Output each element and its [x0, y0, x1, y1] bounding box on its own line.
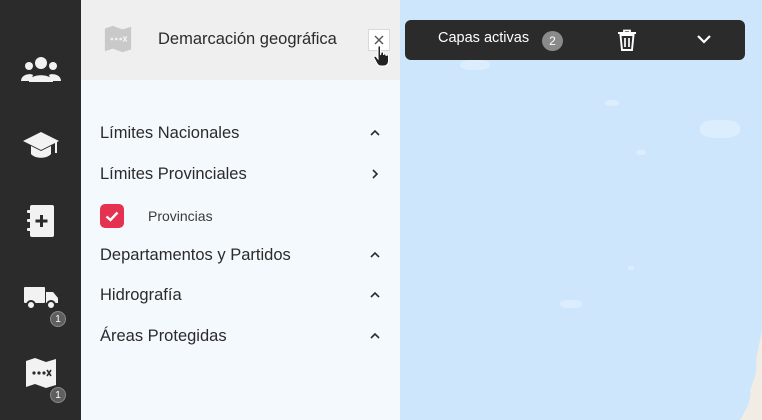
rail-item-map[interactable] — [0, 341, 81, 405]
group-label: Hidrografía — [100, 285, 182, 304]
icon-rail: 1 1 — [0, 0, 81, 420]
graduation-cap-icon — [22, 132, 59, 158]
users-icon — [20, 57, 61, 82]
group-label: Límites Nacionales — [100, 123, 240, 142]
active-layers-count-badge: 2 — [542, 31, 563, 51]
group-areas-protegidas[interactable]: Áreas Protegidas — [100, 321, 382, 351]
close-icon — [374, 35, 384, 45]
chevron-up-icon — [370, 129, 380, 136]
chevron-up-icon — [370, 332, 380, 339]
group-label: Departamentos y Partidos — [100, 245, 291, 264]
chevron-down-icon — [697, 35, 711, 44]
rail-badge-map: 1 — [50, 387, 66, 403]
map-island — [605, 100, 619, 106]
rail-item-transport[interactable] — [0, 266, 81, 330]
map-icon — [25, 358, 56, 388]
map-island — [636, 150, 646, 155]
notebook-plus-icon — [26, 205, 54, 237]
expand-layers-button[interactable] — [695, 32, 713, 51]
group-label: Límites Provinciales — [100, 164, 247, 183]
chevron-right-icon — [372, 169, 379, 179]
map-canvas[interactable] — [400, 0, 762, 420]
map-island — [628, 266, 634, 270]
group-label: Áreas Protegidas — [100, 326, 227, 345]
map-island — [700, 120, 740, 138]
chevron-up-icon — [370, 251, 380, 258]
rail-item-users[interactable] — [0, 38, 81, 102]
active-layers-bar: Capas activas 2 — [405, 20, 745, 60]
clear-layers-button[interactable] — [617, 29, 637, 56]
group-limites-nacionales[interactable]: Límites Nacionales — [100, 118, 382, 148]
panel-title: Demarcación geográfica — [158, 30, 337, 48]
map-icon — [104, 25, 132, 53]
coastline — [740, 330, 762, 420]
map-island — [560, 300, 582, 308]
chevron-up-icon — [370, 291, 380, 298]
rail-badge-transport: 1 — [50, 311, 66, 327]
active-layers-label[interactable]: Capas activas — [438, 30, 529, 46]
check-icon — [105, 211, 119, 222]
truck-icon — [23, 287, 58, 310]
layer-provincias[interactable]: Provincias — [100, 203, 213, 229]
trash-icon — [618, 29, 636, 51]
hand-cursor-icon — [373, 45, 389, 67]
panel-header: Demarcación geográfica — [81, 0, 400, 80]
rail-item-notebook[interactable] — [0, 189, 81, 253]
provincias-checkbox[interactable] — [100, 204, 124, 228]
group-limites-provinciales[interactable]: Límites Provinciales — [100, 159, 382, 189]
group-hidrografia[interactable]: Hidrografía — [100, 280, 382, 310]
map-island — [460, 60, 490, 70]
group-departamentos-partidos[interactable]: Departamentos y Partidos — [100, 240, 382, 270]
rail-item-education[interactable] — [0, 114, 81, 178]
sub-item-label: Provincias — [148, 208, 213, 224]
geo-panel: Demarcación geográfica Límites Nacionale… — [81, 0, 400, 420]
